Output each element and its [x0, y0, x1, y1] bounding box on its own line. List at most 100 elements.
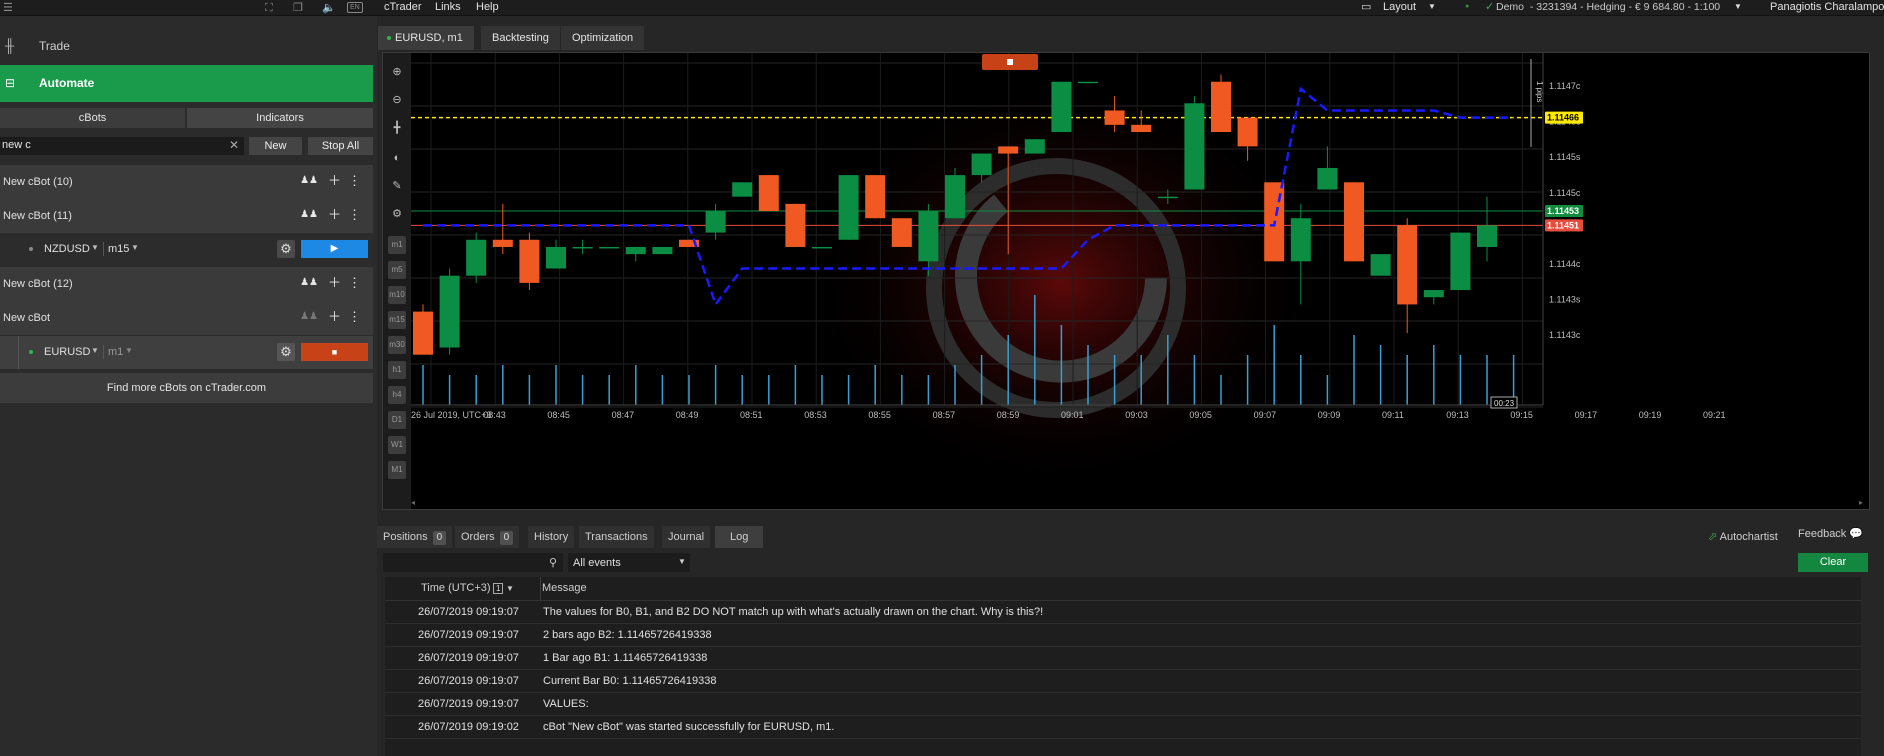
more-icon[interactable]: ⋮	[348, 310, 361, 324]
candle-body[interactable]	[998, 146, 1019, 154]
tab-log[interactable]: Log	[715, 526, 764, 548]
menu-help[interactable]: Help	[476, 1, 499, 13]
tab-journal[interactable]: Journal	[662, 526, 711, 548]
candle-body[interactable]	[546, 246, 566, 269]
candle-body[interactable]	[1184, 103, 1205, 190]
tab-orders[interactable]: Orders 0	[455, 526, 520, 548]
timeframe-d1[interactable]: D1	[388, 411, 406, 429]
more-icon[interactable]: ⋮	[348, 208, 361, 222]
zoom-out-icon[interactable]: ⊖	[388, 91, 406, 109]
timeframe-m30[interactable]: m30	[388, 336, 406, 354]
settings-gear-icon[interactable]: ⚙	[277, 240, 295, 258]
cbot-row[interactable]: New cBot (11) ♟♟ ＋ ⋮	[0, 199, 373, 233]
candle-body[interactable]	[1211, 81, 1231, 133]
account-info[interactable]: Demo - 3231394 - Hedging - € 9 684.80 - …	[1496, 1, 1720, 13]
cbot-row[interactable]: New cBot (10) ♟♟ ＋ ⋮	[0, 165, 373, 199]
candle-body[interactable]	[413, 311, 433, 355]
log-row[interactable]: 26/07/2019 09:19:02 cBot "New cBot" was s…	[385, 716, 1861, 739]
more-icon[interactable]: ⋮	[348, 276, 361, 290]
sort-badge[interactable]: 1	[493, 583, 504, 594]
instance-symbol[interactable]: EURUSD	[44, 346, 90, 358]
candle-body[interactable]	[625, 246, 646, 255]
candle-body[interactable]	[918, 211, 939, 262]
chart-type-icon[interactable]: ◐	[388, 149, 406, 167]
candle-body[interactable]	[758, 175, 779, 212]
candle-body[interactable]	[1344, 182, 1364, 262]
symbol-chevron-icon[interactable]: ▼	[91, 346, 99, 355]
chart-area[interactable]: ⊕ ⊖ ╋ ◐ ✎ ⚙ m1 m5 m10 m15 m30 h1 h4 D1 W…	[382, 52, 1870, 510]
timeframe-mn1[interactable]: M1	[388, 461, 406, 479]
stop-all-button[interactable]: Stop All	[308, 137, 373, 155]
instances-icon[interactable]: ♟♟	[300, 208, 318, 222]
candle-body[interactable]	[812, 246, 832, 249]
cbot-row[interactable]: New cBot ♟♟ ＋ ⋮	[0, 301, 373, 335]
tab-positions[interactable]: Positions 0	[377, 526, 453, 548]
menu-links[interactable]: Links	[435, 1, 461, 13]
tab-cbots[interactable]: cBots	[0, 108, 185, 128]
instances-icon[interactable]: ♟♟	[300, 310, 318, 324]
cbot-row[interactable]: New cBot (12) ♟♟ ＋ ⋮	[0, 267, 373, 301]
candle-body[interactable]	[599, 246, 620, 249]
timeframe-chevron-icon[interactable]: ▼	[125, 346, 133, 355]
crosshair-icon[interactable]: ╋	[388, 119, 406, 137]
timeframe-h4[interactable]: h4	[388, 386, 406, 404]
log-row[interactable]: 26/07/2019 09:19:07 2 bars ago B2: 1.1146…	[385, 624, 1861, 647]
candle-body[interactable]	[439, 275, 460, 348]
log-row[interactable]: 26/07/2019 09:19:07 Current Bar B0: 1.114…	[385, 670, 1861, 693]
sound-icon[interactable]: 🔈	[322, 2, 336, 14]
log-row[interactable]: 26/07/2019 09:19:07 1 Bar ago B1: 1.11465…	[385, 647, 1861, 670]
candle-body[interactable]	[732, 182, 753, 197]
scroll-right-icon[interactable]: ▸	[1859, 498, 1863, 507]
settings-gear-icon[interactable]: ⚙	[277, 343, 295, 361]
add-instance-icon[interactable]: ＋	[328, 174, 341, 188]
tab-indicators[interactable]: Indicators	[187, 108, 373, 128]
candle-body[interactable]	[865, 175, 886, 219]
search-box[interactable]: new c ✕	[0, 137, 244, 155]
zoom-in-icon[interactable]: ⊕	[388, 63, 406, 81]
tab-optimization[interactable]: Optimization	[561, 26, 645, 50]
add-instance-icon[interactable]: ＋	[328, 310, 341, 324]
timeframe-h1[interactable]: h1	[388, 361, 406, 379]
log-row[interactable]: 26/07/2019 09:19:07 VALUES:	[385, 693, 1861, 716]
candle-body[interactable]	[1423, 290, 1444, 298]
events-select[interactable]: All events ▼	[568, 553, 690, 572]
tab-backtesting[interactable]: Backtesting	[481, 26, 560, 50]
candle-body[interactable]	[1157, 196, 1178, 199]
timeframe-w1[interactable]: W1	[388, 436, 406, 454]
chevron-down-icon[interactable]: ▼	[1428, 1, 1436, 13]
stop-icon[interactable]	[1007, 59, 1013, 65]
candle-body[interactable]	[1397, 225, 1418, 305]
instances-icon[interactable]: ♟♟	[300, 276, 318, 290]
candle-body[interactable]	[1370, 254, 1391, 276]
clear-button[interactable]: Clear	[1798, 553, 1868, 572]
account-chevron-icon[interactable]: ▼	[1734, 1, 1742, 13]
candle-body[interactable]	[1051, 81, 1072, 133]
search-input[interactable]: new c	[2, 139, 31, 151]
trade-nav-item[interactable]: ╫ Trade	[0, 30, 373, 62]
timeframe-chevron-icon[interactable]: ▼	[131, 243, 139, 252]
template-icon[interactable]: ⚙	[388, 205, 406, 223]
timeframe-m5[interactable]: m5	[388, 261, 406, 279]
timeframe-m15[interactable]: m15	[388, 311, 406, 329]
candlestick-chart[interactable]: 1.1147c1.1146c1.1145s1.1145c1.1144s1.114…	[411, 53, 1869, 509]
candle-body[interactable]	[891, 218, 912, 247]
instance-timeframe[interactable]: m15	[108, 243, 129, 255]
candle-body[interactable]	[705, 211, 726, 233]
log-search-input[interactable]: ⚲	[383, 553, 563, 572]
candle-body[interactable]	[492, 239, 513, 247]
autochartist-button[interactable]: ⬀ Autochartist	[1702, 526, 1784, 548]
fullscreen-icon[interactable]: ⛶	[265, 2, 273, 14]
new-button[interactable]: New	[249, 137, 302, 155]
layout-menu[interactable]: Layout	[1383, 1, 1416, 13]
add-instance-icon[interactable]: ＋	[328, 208, 341, 222]
candle-body[interactable]	[519, 239, 540, 283]
scroll-left-icon[interactable]: ◂	[411, 498, 415, 507]
candle-body[interactable]	[1290, 218, 1311, 262]
candle-body[interactable]	[1477, 225, 1497, 247]
candle-body[interactable]	[971, 153, 992, 176]
timeframe-m10[interactable]: m10	[388, 286, 406, 304]
instance-timeframe[interactable]: m1	[108, 346, 123, 358]
candle-body[interactable]	[1131, 124, 1152, 133]
message-column-header[interactable]: Message	[542, 582, 587, 594]
stop-button[interactable]: ■	[301, 343, 368, 361]
